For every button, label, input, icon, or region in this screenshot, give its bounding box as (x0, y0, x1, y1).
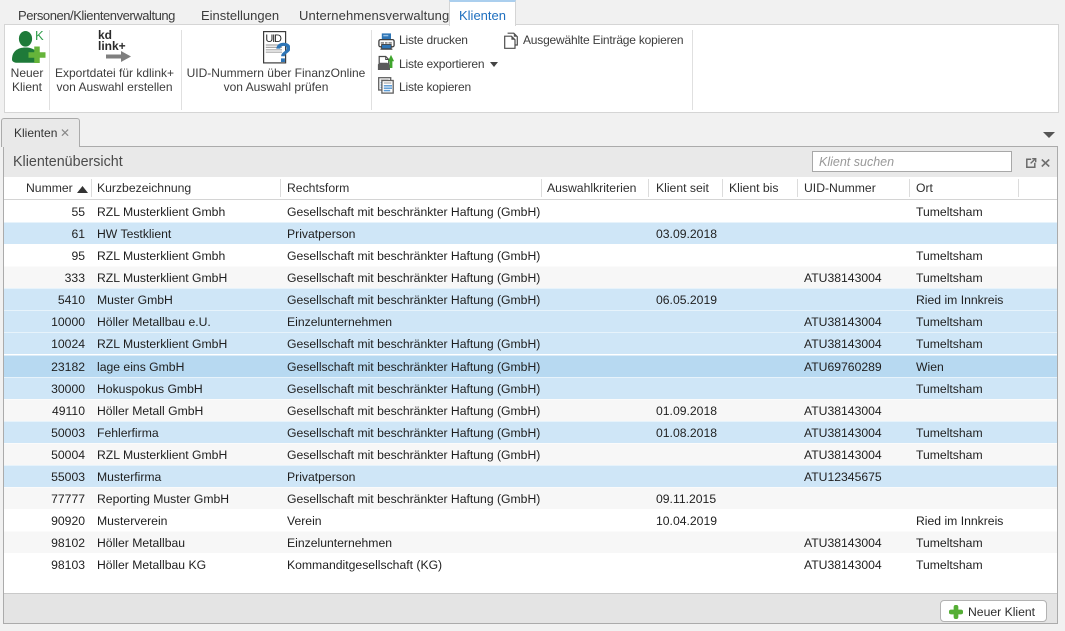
svg-text:K: K (35, 30, 44, 43)
svg-text:?: ? (275, 37, 290, 64)
